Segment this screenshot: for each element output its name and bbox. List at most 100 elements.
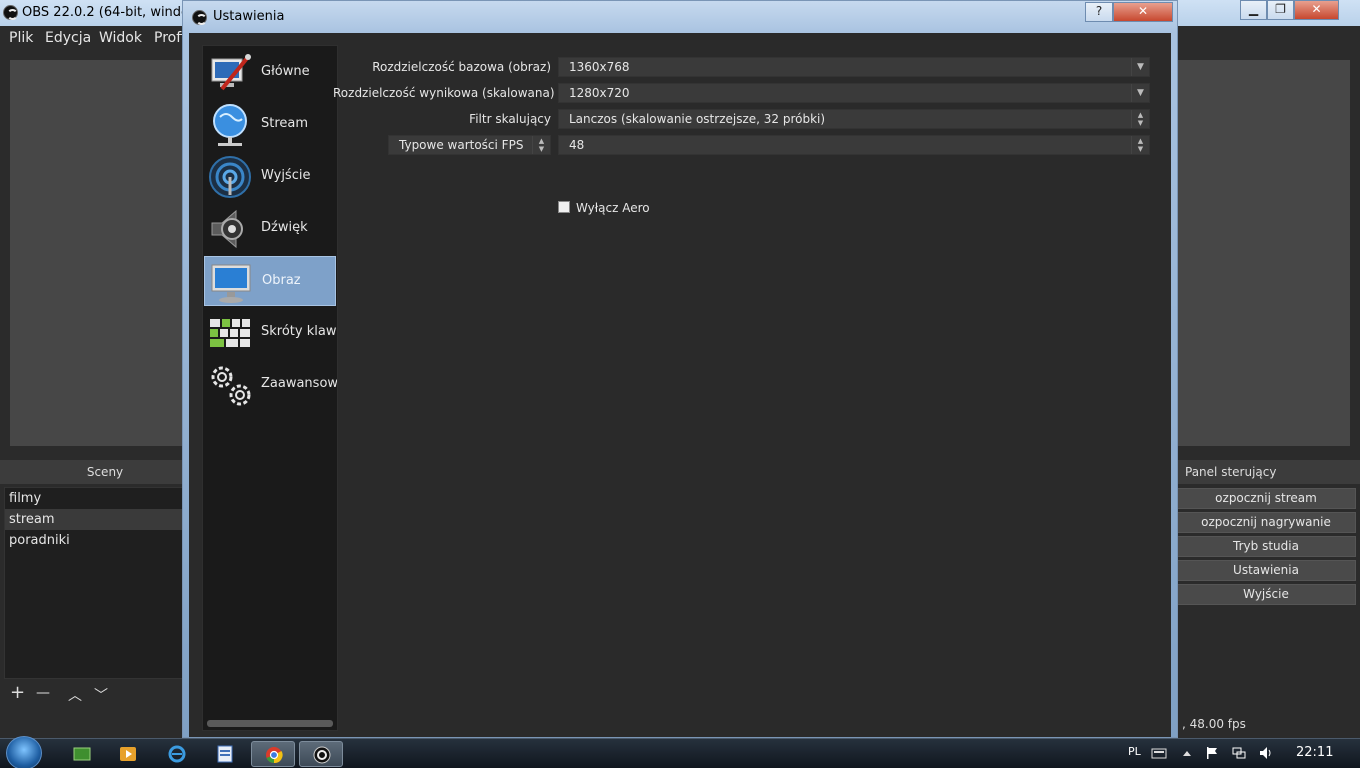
keyboard-layout-icon[interactable] — [1151, 746, 1167, 760]
taskbar-app-obs[interactable] — [299, 741, 343, 767]
nav-item-video[interactable]: Obraz — [204, 256, 336, 306]
keyboard-icon — [210, 319, 250, 347]
nav-item-audio[interactable]: Dźwięk — [204, 204, 336, 254]
fps-value: 48 — [569, 138, 585, 152]
settings-close-button[interactable]: ✕ — [1113, 2, 1173, 22]
fps-type-combo[interactable]: Typowe wartości FPS ▲ ▼ — [388, 135, 551, 155]
controls-dock: Panel sterujący ozpocznij stream ozpoczn… — [1176, 460, 1360, 610]
nav-item-output[interactable]: Wyjście — [204, 152, 336, 202]
close-button[interactable]: ✕ — [1294, 0, 1339, 20]
controls-title: Panel sterujący — [1176, 460, 1360, 484]
studio-mode-button[interactable]: Tryb studia — [1176, 536, 1356, 557]
obs-icon — [313, 746, 331, 764]
settings-title: Ustawienia — [213, 9, 285, 24]
help-button[interactable]: ? — [1085, 2, 1113, 22]
scenes-dock: Sceny filmy stream poradniki + — ︿ ﹀ — [0, 460, 210, 710]
output-antenna-icon — [209, 156, 251, 198]
scene-item-poradniki[interactable]: poradniki — [5, 530, 203, 551]
volume-icon[interactable] — [1258, 746, 1274, 760]
nav-item-stream[interactable]: Stream — [204, 100, 336, 150]
nav-label-output: Wyjście — [261, 168, 311, 183]
nav-label-stream: Stream — [261, 116, 309, 131]
up-down-arrows-icon: ▲ ▼ — [1131, 136, 1149, 154]
fps-type-value: Typowe wartości FPS — [399, 138, 524, 152]
nav-item-advanced[interactable]: Zaawansowa — [204, 360, 338, 410]
gears-icon — [211, 366, 251, 406]
output-resolution-label: Rozdzielczość wynikowa (skalowana) — [333, 86, 555, 100]
menu-edit[interactable]: Edycja — [45, 30, 91, 46]
stream-globe-icon — [213, 104, 247, 146]
menu-view[interactable]: Widok — [99, 30, 142, 46]
nav-label-hotkeys: Skróty klawis — [261, 324, 337, 339]
add-scene-icon[interactable]: + — [10, 682, 25, 703]
scenes-title: Sceny — [0, 460, 210, 484]
dialog-frame-left — [183, 33, 189, 737]
general-icon — [211, 54, 251, 91]
chevron-down-icon: ▼ — [1131, 58, 1149, 76]
downscale-filter-value: Lanczos (skalowanie ostrzejsze, 32 próbk… — [569, 112, 826, 126]
internet-explorer-icon — [168, 745, 186, 763]
nav-label-general: Główne — [261, 64, 310, 79]
speaker-icon — [211, 209, 243, 249]
show-hidden-icons-icon[interactable] — [1179, 746, 1195, 760]
media-player-icon — [120, 747, 136, 761]
nav-item-hotkeys[interactable]: Skróty klawis — [204, 308, 337, 358]
nav-item-general[interactable]: Główne — [204, 48, 336, 98]
obs-window-title: OBS 22.0.2 (64-bit, windo — [22, 5, 190, 20]
start-streaming-button[interactable]: ozpocznij stream — [1176, 488, 1356, 509]
up-down-arrows-icon: ▲ ▼ — [532, 136, 550, 154]
monitor-icon — [211, 264, 251, 303]
exit-button[interactable]: Wyjście — [1176, 584, 1356, 605]
remove-scene-icon[interactable]: — — [36, 685, 50, 701]
start-recording-button[interactable]: ozpocznij nagrywanie — [1176, 512, 1356, 533]
move-scene-up-icon[interactable]: ︿ — [68, 685, 82, 705]
nav-label-advanced: Zaawansowa — [261, 376, 338, 391]
network-icon[interactable] — [1231, 746, 1247, 760]
tray-clock[interactable]: 22:11 — [1296, 745, 1333, 760]
menu-profile[interactable]: Profi — [154, 30, 185, 46]
disable-aero-label: Wyłącz Aero — [576, 201, 650, 215]
downscale-filter-label: Filtr skalujący — [469, 112, 551, 126]
tray-language[interactable]: PL — [1128, 745, 1141, 758]
base-resolution-combo[interactable]: 1360x768 ▼ — [558, 57, 1150, 77]
nav-label-audio: Dźwięk — [261, 220, 308, 235]
settings-titlebar: Ustawienia ? ✕ — [183, 1, 1177, 33]
taskbar-app-word[interactable] — [203, 741, 247, 767]
minimize-button[interactable]: ▁ — [1240, 0, 1267, 20]
move-scene-down-icon[interactable]: ﹀ — [94, 685, 108, 705]
fps-value-combo[interactable]: 48 ▲ ▼ — [558, 135, 1150, 155]
status-fps: , 48.00 fps — [1182, 717, 1246, 731]
action-center-flag-icon[interactable] — [1204, 746, 1220, 760]
scene-item-stream[interactable]: stream — [5, 509, 203, 530]
downscale-filter-combo[interactable]: Lanczos (skalowanie ostrzejsze, 32 próbk… — [558, 109, 1150, 129]
taskbar-app-chrome[interactable] — [251, 741, 295, 767]
settings-sidebar: Główne Stream Wyjście Dźwięk Obraz Skrót… — [202, 45, 338, 731]
taskbar: PL 22:11 — [0, 736, 1360, 768]
scenes-toolbar: + — ︿ ﹀ — [4, 680, 204, 706]
chrome-icon — [266, 747, 283, 764]
taskbar-app-ie[interactable] — [155, 741, 199, 767]
output-resolution-value: 1280x720 — [569, 86, 630, 100]
chevron-down-icon: ▼ — [1131, 84, 1149, 102]
settings-dialog: Ustawienia ? ✕ Główne Stream Wyjście Dźw… — [182, 0, 1178, 738]
output-resolution-combo[interactable]: 1280x720 ▼ — [558, 83, 1150, 103]
settings-button[interactable]: Ustawienia — [1176, 560, 1356, 581]
menu-file[interactable]: Plik — [9, 30, 33, 46]
scenes-list: filmy stream poradniki — [4, 487, 204, 679]
sidebar-horizontal-scrollbar[interactable] — [207, 720, 333, 727]
maximize-button[interactable]: ❐ — [1267, 0, 1294, 20]
green-app-icon — [73, 747, 91, 761]
word-icon — [217, 745, 233, 763]
taskbar-app-green[interactable] — [60, 741, 104, 767]
base-resolution-label: Rozdzielczość bazowa (obraz) — [372, 60, 551, 74]
base-resolution-value: 1360x768 — [569, 60, 630, 74]
taskbar-app-media[interactable] — [106, 741, 150, 767]
up-down-arrows-icon: ▲ ▼ — [1131, 110, 1149, 128]
scene-item-filmy[interactable]: filmy — [5, 488, 203, 509]
obs-logo-icon — [192, 10, 207, 25]
start-button[interactable] — [6, 736, 42, 768]
disable-aero-checkbox[interactable] — [558, 201, 570, 213]
dialog-frame-right — [1171, 33, 1177, 737]
nav-label-video: Obraz — [262, 273, 301, 288]
obs-logo-icon — [3, 5, 18, 20]
